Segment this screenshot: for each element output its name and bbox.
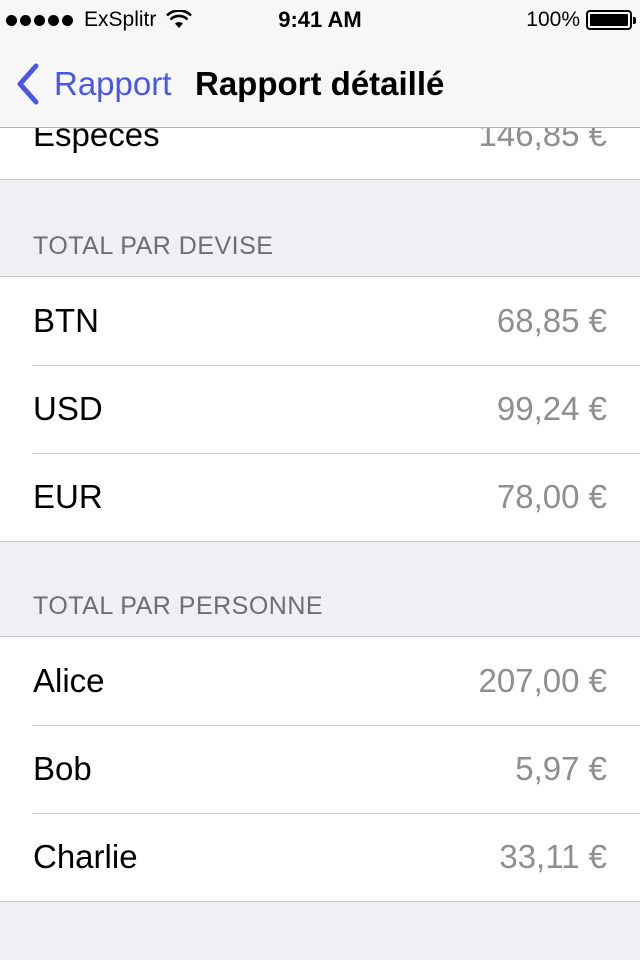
row-value: 207,00 €: [478, 662, 607, 699]
row-value: 99,24 €: [496, 390, 607, 427]
page-title: Rapport détaillé: [195, 65, 445, 102]
row-value: 78,00 €: [496, 478, 607, 515]
battery-fill: [590, 14, 628, 26]
row-label: Bob: [33, 750, 92, 787]
row-label: USD: [33, 390, 103, 427]
report-table[interactable]: Espèces 146,85 € TOTAL PAR DEVISE BTN 68…: [0, 128, 640, 960]
row-label: Espèces: [33, 128, 160, 153]
status-bar: ExSplitr 9:41 AM 100%: [0, 0, 640, 40]
section-header-currency: TOTAL PAR DEVISE: [33, 232, 274, 260]
status-right: 100%: [526, 8, 636, 32]
currency-group: BTN 68,85 € USD 99,24 € EUR 78,00 €: [0, 276, 640, 542]
person-group: Alice 207,00 € Bob 5,97 € Charlie 33,11 …: [0, 636, 640, 902]
row-value: 5,97 €: [515, 750, 607, 787]
list-item[interactable]: Alice 207,00 €: [0, 637, 640, 725]
battery-icon: [586, 10, 636, 30]
back-button-label: Rapport: [54, 65, 172, 102]
row-value: 33,11 €: [499, 838, 607, 875]
section-header-person: TOTAL PAR PERSONNE: [33, 592, 324, 620]
chevron-left-icon: [17, 63, 39, 105]
row-label: BTN: [33, 302, 99, 339]
list-item[interactable]: Bob 5,97 €: [0, 725, 640, 813]
row-label: Charlie: [33, 838, 138, 875]
row-label: EUR: [33, 478, 103, 515]
navigation-bar: Rapport Rapport détaillé: [0, 40, 640, 128]
list-item[interactable]: USD 99,24 €: [0, 365, 640, 453]
row-value: 68,85 €: [496, 302, 607, 339]
list-item[interactable]: Charlie 33,11 €: [0, 813, 640, 901]
row-label: Alice: [33, 662, 105, 699]
list-item[interactable]: EUR 78,00 €: [0, 453, 640, 541]
row-value: 146,85 €: [478, 128, 607, 153]
back-button[interactable]: Rapport: [14, 62, 171, 106]
payment-method-group: Espèces 146,85 €: [0, 128, 640, 180]
list-item[interactable]: Espèces 146,85 €: [0, 128, 640, 179]
battery-percent: 100%: [526, 8, 580, 31]
list-item[interactable]: BTN 68,85 €: [0, 277, 640, 365]
